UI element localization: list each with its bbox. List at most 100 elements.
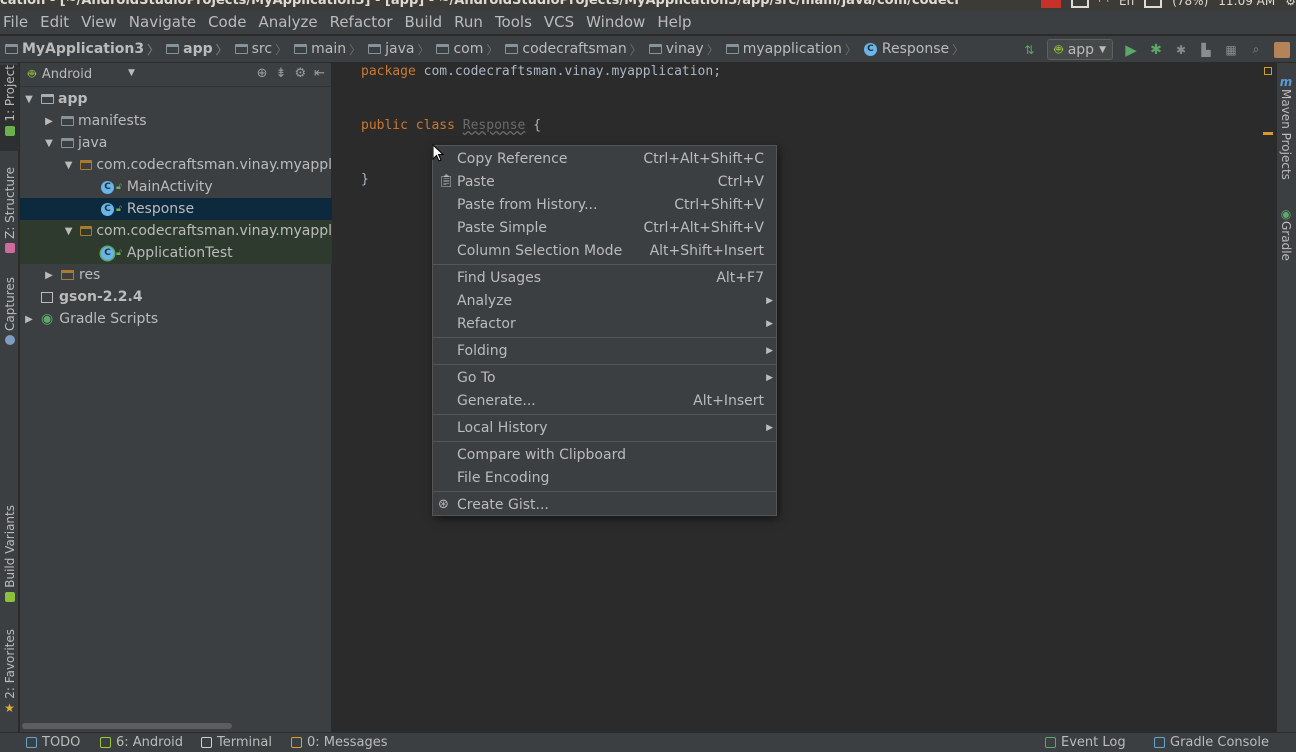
tab-favorites[interactable]: 2: Favorites ★ — [0, 629, 19, 721]
menu-item[interactable]: 📋︎ Paste Ctrl+V — [433, 170, 776, 193]
project-view-dropdown[interactable]: 🤖︎ Android — [28, 66, 92, 84]
menu-tools[interactable]: Tools — [489, 10, 538, 34]
tree-item[interactable]: ▼ app — [20, 88, 332, 110]
tree-item[interactable]: ▶ ◉ Gradle Scripts — [20, 308, 332, 330]
menu-navigate[interactable]: Navigate — [123, 10, 202, 34]
menu-item[interactable]: ⊛ Create Gist... — [433, 493, 776, 516]
gear-icon[interactable]: ⚙ — [294, 66, 306, 81]
settings-gear-icon[interactable]: ⚙ — [1285, 0, 1296, 8]
menu-item[interactable]: Compare with Clipboard — [433, 443, 776, 466]
menu-item[interactable]: Refactor ▶ — [433, 312, 776, 335]
run-config-dropdown[interactable]: 🤖︎ app ▼ — [1047, 39, 1113, 60]
messages-tab[interactable]: 0: Messages — [291, 735, 388, 750]
menu-item-label: Column Selection Mode — [457, 242, 623, 259]
breadcrumb-item[interactable]: C Response 〉 — [863, 38, 971, 60]
todo-tab[interactable]: TODO — [26, 735, 80, 750]
sdk-manager-icon[interactable]: ▦ — [1224, 40, 1238, 60]
tree-item[interactable]: ▶ res — [20, 264, 332, 286]
run-icon[interactable]: ▶ — [1124, 40, 1138, 60]
menu-vcs[interactable]: VCS — [538, 10, 580, 34]
hide-icon[interactable]: ⇤ — [314, 66, 325, 81]
collapsed-arrow-icon[interactable]: ▶ — [43, 116, 55, 127]
warning-marker[interactable] — [1263, 132, 1273, 135]
menu-analyze[interactable]: Analyze — [252, 10, 323, 34]
menu-item-label: Copy Reference — [457, 150, 568, 167]
android-tab[interactable]: 6: Android — [100, 735, 183, 750]
menu-refactor[interactable]: Refactor — [324, 10, 399, 34]
breadcrumb-item[interactable]: codecraftsman 〉 — [505, 38, 648, 60]
tab-captures[interactable]: Captures — [0, 277, 19, 355]
breadcrumb-item[interactable]: java 〉 — [368, 38, 436, 60]
menu-file[interactable]: File — [3, 10, 34, 34]
collapsed-arrow-icon[interactable]: ▶ — [43, 270, 55, 281]
tree-item[interactable]: ▼ com.codecraftsman.vinay.myappl — [20, 154, 332, 176]
breadcrumb-item[interactable]: myapplication 〉 — [725, 38, 864, 60]
menu-item[interactable]: Column Selection Mode Alt+Shift+Insert — [433, 239, 776, 262]
breadcrumb-item[interactable]: src 〉 — [234, 38, 294, 60]
expanded-arrow-icon[interactable]: ▼ — [63, 226, 74, 237]
tab-structure[interactable]: Z: Structure — [0, 167, 19, 259]
breadcrumb-label: Response — [881, 41, 950, 57]
menu-item[interactable]: Copy Reference Ctrl+Alt+Shift+C — [433, 147, 776, 170]
menu-run[interactable]: Run — [448, 10, 489, 34]
expanded-arrow-icon[interactable]: ▼ — [43, 138, 55, 149]
breadcrumb-item[interactable]: app 〉 — [166, 38, 235, 60]
menu-build[interactable]: Build — [399, 10, 449, 34]
menu-item[interactable]: Folding ▶ — [433, 339, 776, 362]
breadcrumb-item[interactable]: main 〉 — [294, 38, 368, 60]
menu-item[interactable]: File Encoding — [433, 466, 776, 489]
tree-item[interactable]: gson-2.2.4 — [20, 286, 332, 308]
maven-icon: m — [1279, 75, 1293, 89]
terminal-tab[interactable]: Terminal — [201, 735, 272, 750]
menu-item-label: Find Usages — [457, 269, 542, 286]
menu-item[interactable]: Generate... Alt+Insert — [433, 389, 776, 412]
warning-indicator-icon[interactable] — [1264, 67, 1272, 75]
locate-icon[interactable]: ⊕ — [257, 66, 268, 81]
menu-item[interactable]: Local History ▶ — [433, 416, 776, 439]
menu-item[interactable]: Analyze ▶ — [433, 289, 776, 312]
tab-gradle[interactable]: ◉ Gradle — [1279, 207, 1293, 261]
collapsed-arrow-icon[interactable]: ▶ — [23, 314, 35, 325]
breadcrumb-item[interactable]: MyApplication3 〉 — [5, 38, 166, 60]
breadcrumb-item[interactable]: com 〉 — [436, 38, 505, 60]
expanded-arrow-icon[interactable]: ▼ — [23, 94, 35, 105]
menu-item[interactable]: Go To ▶ — [433, 366, 776, 389]
tree-item[interactable]: ▶ manifests — [20, 110, 332, 132]
tree-item[interactable]: ▼ java — [20, 132, 332, 154]
menu-window[interactable]: Window — [580, 10, 651, 34]
tree-item[interactable]: C 🔓︎ Response — [20, 198, 332, 220]
attach-debugger-icon[interactable]: ✱ — [1174, 40, 1188, 60]
tree-item[interactable]: ▼ com.codecraftsman.vinay.myappl — [20, 220, 332, 242]
tree-item[interactable]: C 🔓︎ ApplicationTest — [20, 242, 332, 264]
tab-build-variants[interactable]: Build Variants — [0, 505, 19, 611]
wifi-icon: ◠ — [1098, 0, 1110, 8]
search-icon[interactable]: ⌕ — [1249, 40, 1263, 60]
event-log-tab[interactable]: Event Log — [1045, 735, 1126, 750]
tab-maven-projects[interactable]: m Maven Projects — [1279, 75, 1293, 180]
horizontal-scrollbar[interactable] — [22, 723, 232, 729]
menu-item[interactable]: Paste Simple Ctrl+Alt+Shift+V — [433, 216, 776, 239]
tab-maven-label: Maven Projects — [1279, 89, 1293, 180]
avatar[interactable] — [1274, 41, 1290, 58]
make-project-icon[interactable]: ⇅ — [1022, 40, 1036, 60]
tree-item[interactable]: C 🔓︎ MainActivity — [20, 176, 332, 198]
debug-icon[interactable]: ✱ — [1149, 40, 1163, 60]
tab-project[interactable]: 1: Project — [0, 65, 19, 151]
breadcrumb-item[interactable]: vinay 〉 — [648, 38, 726, 60]
expanded-arrow-icon[interactable]: ▼ — [63, 160, 74, 171]
menu-help[interactable]: Help — [651, 10, 697, 34]
menu-item[interactable]: Find Usages Alt+F7 — [433, 266, 776, 289]
clock[interactable]: 11:09 AM — [1218, 0, 1275, 8]
android-monitor-icon[interactable]: ▙ — [1199, 40, 1213, 60]
public-keyword: public — [361, 118, 408, 133]
gradle-console-tab[interactable]: Gradle Console — [1154, 735, 1269, 750]
battery-level[interactable]: (78%) — [1172, 0, 1208, 8]
menu-item-label: Folding — [457, 342, 508, 359]
menu-view[interactable]: View — [75, 10, 123, 34]
menu-edit[interactable]: Edit — [34, 10, 75, 34]
keyboard-layout[interactable]: En — [1119, 0, 1134, 8]
menu-item[interactable]: Paste from History... Ctrl+Shift+V — [433, 193, 776, 216]
chevron-down-icon[interactable]: ▼ — [128, 68, 135, 78]
collapse-icon[interactable]: ⇟ — [276, 66, 287, 81]
menu-code[interactable]: Code — [202, 10, 252, 34]
